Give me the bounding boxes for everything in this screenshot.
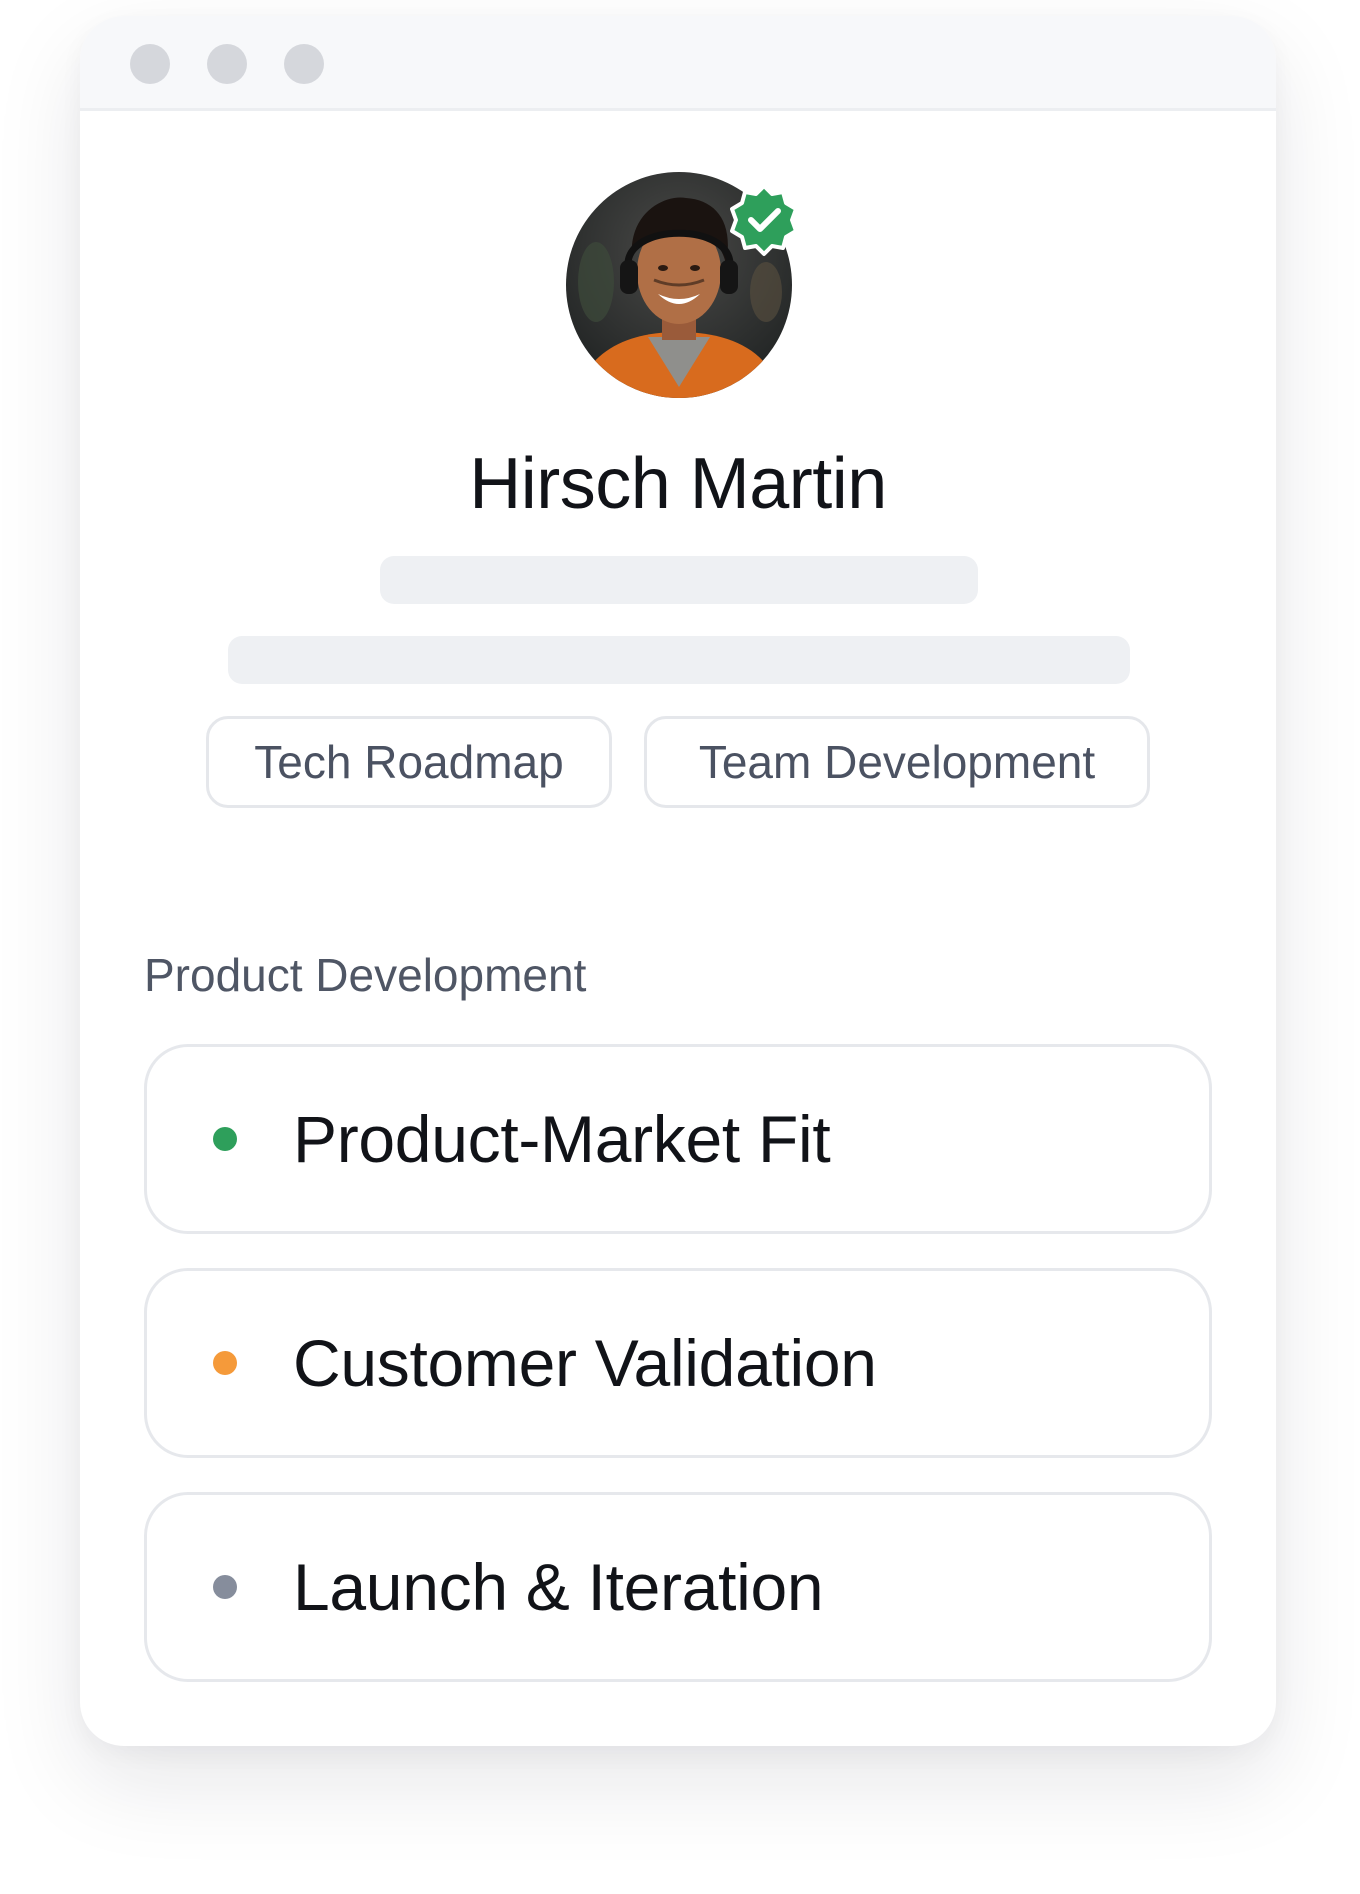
list-item-label: Product-Market Fit <box>293 1102 831 1176</box>
list-item-product-market-fit[interactable]: Product-Market Fit <box>144 1044 1212 1234</box>
tag-label: Team Development <box>698 736 1096 788</box>
tag-label: Tech Roadmap <box>254 736 564 788</box>
status-dot-green <box>213 1127 237 1151</box>
list-item-customer-validation[interactable]: Customer Validation <box>144 1268 1212 1458</box>
window-maximize-control[interactable] <box>284 44 324 84</box>
window-close-control[interactable] <box>130 44 170 84</box>
status-dot-gray <box>213 1575 237 1599</box>
placeholder-line-short <box>380 556 978 604</box>
profile-avatar-container <box>566 172 798 398</box>
status-dot-orange <box>213 1351 237 1375</box>
list-item-label: Customer Validation <box>293 1326 877 1400</box>
window-minimize-control[interactable] <box>207 44 247 84</box>
tag-team-development[interactable]: Team Development <box>644 716 1150 808</box>
verified-check-badge-icon <box>730 184 798 256</box>
window-titlebar <box>80 16 1276 111</box>
tag-tech-roadmap[interactable]: Tech Roadmap <box>206 716 612 808</box>
app-window: Hirsch Martin Tech Roadmap Team Developm… <box>80 16 1276 1746</box>
profile-name: Hirsch Martin <box>469 444 887 524</box>
section-title: Product Development <box>144 949 587 1001</box>
list-item-label: Launch & Iteration <box>293 1550 824 1624</box>
list-item-launch-iteration[interactable]: Launch & Iteration <box>144 1492 1212 1682</box>
placeholder-line-long <box>228 636 1130 684</box>
